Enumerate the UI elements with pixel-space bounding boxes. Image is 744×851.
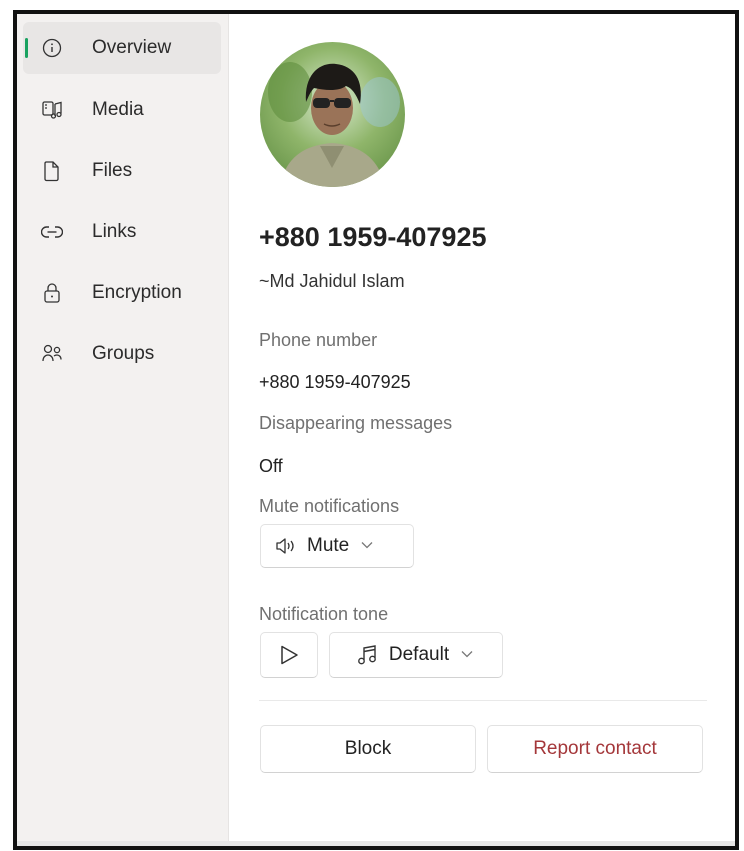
sidebar-item-label: Links	[92, 221, 137, 242]
play-tone-button[interactable]	[260, 632, 318, 678]
block-button[interactable]: Block	[260, 725, 476, 773]
sidebar-item-files[interactable]: Files	[23, 145, 221, 197]
chevron-down-icon	[461, 650, 475, 660]
sidebar-item-encryption[interactable]: Encryption	[23, 267, 221, 319]
tone-dropdown-label: Default	[388, 644, 450, 665]
media-icon	[41, 99, 63, 121]
chevron-down-icon	[361, 541, 375, 551]
sidebar-item-label: Groups	[92, 343, 155, 364]
sidebar-item-label: Media	[92, 99, 144, 120]
sidebar-item-media[interactable]: Media	[23, 84, 221, 136]
info-icon	[41, 37, 63, 59]
overview-panel: +880 1959-407925 ~Md Jahidul Islam Phone…	[229, 14, 735, 846]
notification-tone-label: Notification tone	[259, 604, 389, 624]
tone-dropdown[interactable]: Default	[329, 632, 503, 678]
report-contact-button[interactable]: Report contact	[487, 725, 703, 773]
report-contact-button-label: Report contact	[533, 738, 657, 759]
active-indicator	[25, 38, 28, 58]
sidebar-item-groups[interactable]: Groups	[23, 328, 221, 380]
mute-dropdown-label: Mute	[307, 535, 350, 556]
divider	[259, 700, 707, 701]
speaker-icon	[275, 537, 297, 555]
phone-number-label: Phone number	[259, 330, 378, 350]
phone-number-value[interactable]: +880 1959-407925	[259, 372, 411, 393]
contact-display-name: ~Md Jahidul Islam	[259, 271, 405, 291]
sidebar: Overview Media Files Links Encryption Gr…	[17, 14, 229, 846]
sidebar-item-label: Files	[92, 160, 133, 181]
file-icon	[41, 160, 63, 182]
sidebar-item-label: Overview	[92, 37, 172, 58]
link-icon	[41, 221, 63, 243]
play-icon	[279, 644, 299, 666]
disappearing-messages-label: Disappearing messages	[259, 413, 453, 433]
lock-icon	[41, 282, 63, 304]
mute-notifications-label: Mute notifications	[259, 496, 400, 516]
music-note-icon	[357, 644, 377, 666]
disappearing-messages-value: Off	[259, 456, 283, 476]
bottom-edge	[17, 841, 735, 846]
sidebar-item-links[interactable]: Links	[23, 206, 221, 258]
people-icon	[41, 343, 63, 365]
contact-title: +880 1959-407925	[259, 222, 487, 252]
sidebar-item-overview[interactable]: Overview	[23, 22, 221, 74]
sidebar-item-label: Encryption	[92, 282, 182, 303]
mute-dropdown[interactable]: Mute	[260, 524, 414, 568]
avatar[interactable]	[260, 42, 405, 187]
block-button-label: Block	[344, 738, 392, 759]
contact-info-window: Overview Media Files Links Encryption Gr…	[13, 10, 739, 850]
